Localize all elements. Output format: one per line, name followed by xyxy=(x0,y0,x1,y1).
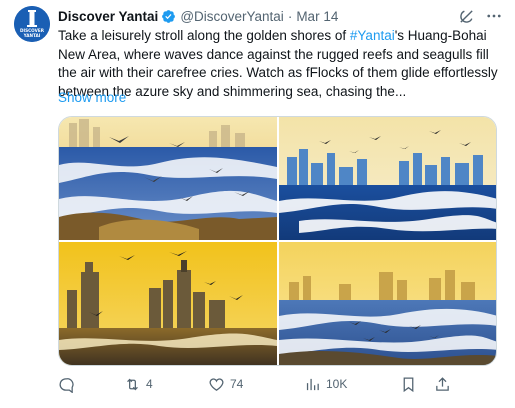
separator-dot: · xyxy=(287,8,293,24)
author-display-name[interactable]: Discover Yantai xyxy=(58,9,158,24)
tweet-text-part: Take a leisurely stroll along the golden… xyxy=(58,28,350,43)
svg-text:YANTAI: YANTAI xyxy=(23,33,41,38)
like-button[interactable]: 74 xyxy=(208,376,304,393)
bookmark-button[interactable] xyxy=(400,376,434,393)
views-button[interactable]: 10K xyxy=(304,376,400,393)
media-photo-2[interactable] xyxy=(279,117,496,240)
avatar[interactable]: DISCOVER YANTAI xyxy=(14,6,50,42)
media-grid xyxy=(58,116,497,366)
more-icon[interactable] xyxy=(483,6,505,26)
heart-icon xyxy=(208,376,225,393)
bookmark-icon xyxy=(400,376,417,393)
retweet-button[interactable]: 4 xyxy=(124,376,208,393)
reply-button[interactable] xyxy=(58,376,124,393)
share-button[interactable] xyxy=(434,376,464,393)
tweet[interactable]: DISCOVER YANTAI Discover Yantai @Discove… xyxy=(0,0,515,408)
media-photo-1[interactable] xyxy=(59,117,277,240)
grok-icon[interactable] xyxy=(455,6,477,26)
tweet-header: Discover Yantai @DiscoverYantai · Mar 14 xyxy=(58,6,505,26)
like-count: 74 xyxy=(230,377,244,391)
retweet-icon xyxy=(124,376,141,393)
hashtag-link[interactable]: #Yantai xyxy=(350,28,395,43)
media-photo-4[interactable] xyxy=(279,242,496,365)
show-more-link[interactable]: Show more xyxy=(58,90,126,105)
verified-badge-icon xyxy=(161,9,176,24)
views-icon xyxy=(304,376,321,393)
tweet-date[interactable]: Mar 14 xyxy=(296,9,338,24)
views-count: 10K xyxy=(326,377,348,391)
author-handle[interactable]: @DiscoverYantai xyxy=(180,9,284,24)
reply-icon xyxy=(58,376,75,393)
share-icon xyxy=(434,376,451,393)
action-bar: 4 74 10K xyxy=(58,374,506,394)
media-photo-3[interactable] xyxy=(59,242,277,365)
retweet-count: 4 xyxy=(146,377,153,391)
